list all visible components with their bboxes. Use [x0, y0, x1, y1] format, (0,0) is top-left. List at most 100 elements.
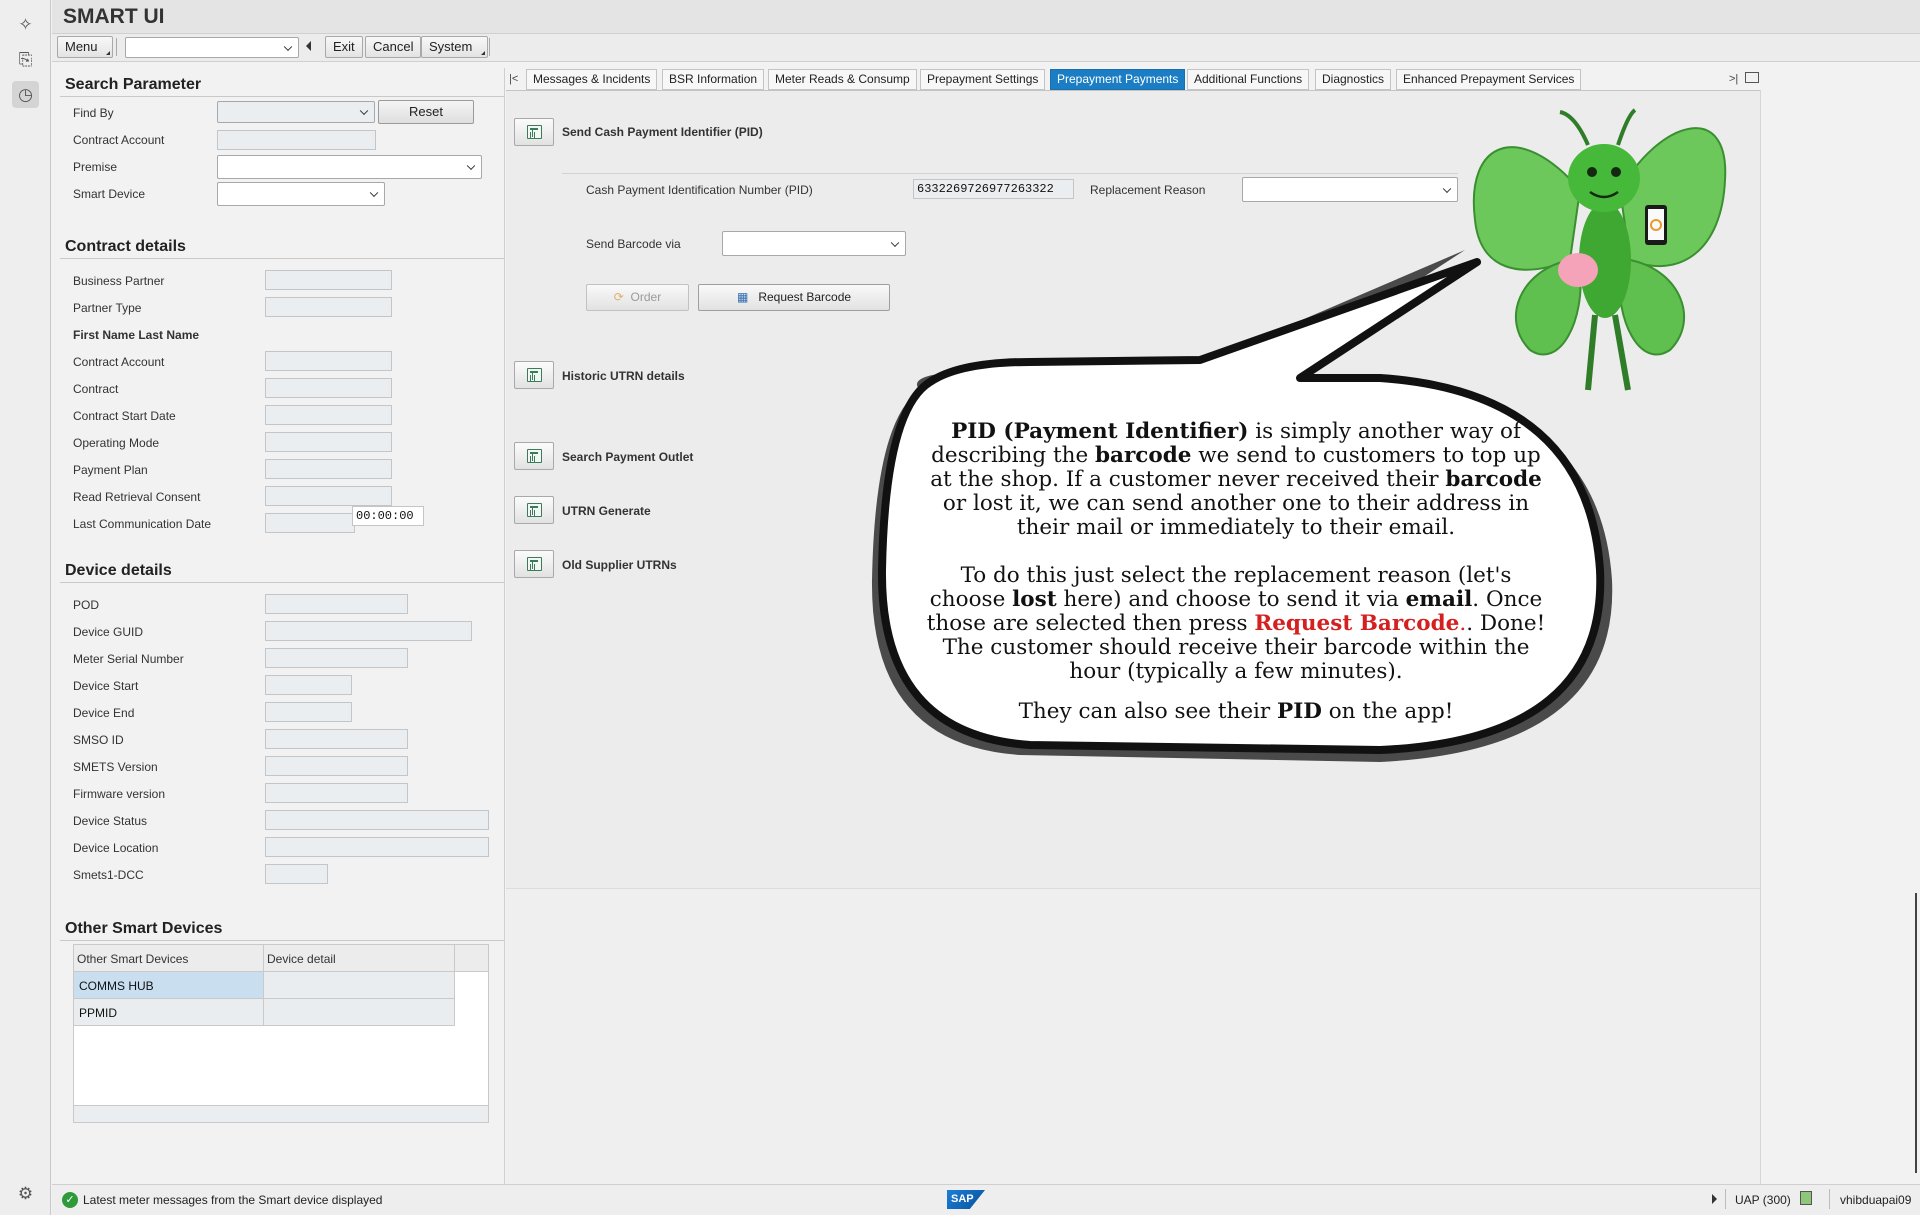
exit-button[interactable]: Exit: [325, 36, 363, 58]
tab-list-icon[interactable]: [1745, 72, 1759, 83]
tab-diagnostics[interactable]: Diagnostics: [1315, 69, 1392, 90]
scrollbar[interactable]: [1915, 893, 1917, 1173]
contract-field-input[interactable]: [265, 459, 392, 479]
time-input[interactable]: 00:00:00: [352, 506, 424, 526]
ai-sparkle-icon[interactable]: ✧: [12, 11, 39, 38]
column-header[interactable]: Device detail: [264, 945, 455, 972]
section-divider: [60, 940, 505, 941]
contract-field-input[interactable]: [265, 513, 355, 533]
device-field-label: Smets1-DCC: [73, 868, 144, 882]
device-field-input[interactable]: [265, 783, 408, 803]
table-cell[interactable]: [264, 972, 455, 999]
pid-divider: [562, 173, 1458, 174]
last-tab-icon[interactable]: >|: [1729, 73, 1738, 85]
contract-account-input[interactable]: [217, 130, 376, 150]
expand-section-icon: [526, 557, 542, 571]
transactions-icon[interactable]: ⎘: [12, 46, 39, 73]
replacement-reason-select[interactable]: [1242, 177, 1458, 202]
device-field-input[interactable]: [265, 729, 408, 749]
tab-meter-reads-consump[interactable]: Meter Reads & Consump: [768, 69, 917, 90]
device-details-title: Device details: [65, 562, 172, 579]
column-header[interactable]: Other Smart Devices: [74, 945, 264, 972]
first-tab-icon[interactable]: |<: [509, 73, 518, 85]
cancel-button[interactable]: Cancel: [365, 36, 422, 58]
menu-button[interactable]: Menu: [57, 36, 113, 58]
success-check-icon: ✓: [62, 1192, 78, 1208]
smart-device-label: Smart Device: [73, 187, 146, 201]
device-field-label: POD: [73, 598, 100, 612]
contract-field-input[interactable]: [265, 297, 392, 317]
contract-field-input[interactable]: [265, 405, 392, 425]
expand-section-icon: [526, 125, 542, 139]
tab-prepayment-payments[interactable]: Prepayment Payments: [1050, 69, 1186, 90]
search-payment-outlet-toggle-button[interactable]: [514, 442, 554, 470]
contract-account-label: Contract Account: [73, 133, 165, 147]
contract-field-label: Contract Account: [73, 355, 165, 369]
contract-field-input[interactable]: [265, 351, 392, 371]
expand-section-icon: [526, 368, 542, 382]
bubble-paragraph: They can also see their PID on the app!: [1018, 699, 1454, 724]
contract-field-label: Payment Plan: [73, 463, 148, 477]
status-message[interactable]: Latest meter messages from the Smart dev…: [83, 1193, 382, 1207]
device-field-input[interactable]: [265, 594, 408, 614]
system-button[interactable]: System: [421, 36, 488, 58]
bubble-paragraph: To do this just select the replacement r…: [926, 563, 1546, 684]
contract-field-input[interactable]: [265, 486, 392, 506]
old-supplier-utrns-toggle-button[interactable]: [514, 550, 554, 578]
expand-section-icon: [526, 503, 542, 517]
bubble-paragraph: PID (Payment Identifier) is simply anoth…: [930, 419, 1542, 540]
device-field-input[interactable]: [265, 621, 472, 641]
replacement-reason-label: Replacement Reason: [1090, 183, 1206, 197]
triangle-right-icon[interactable]: [1712, 1194, 1717, 1204]
tab-prepayment-settings[interactable]: Prepayment Settings: [920, 69, 1046, 90]
contract-field-input[interactable]: [265, 270, 392, 290]
contract-field-label: First Name Last Name: [73, 328, 200, 342]
premise-label: Premise: [73, 160, 118, 174]
device-field-input[interactable]: [265, 810, 489, 830]
mascot-butterfly-image: [1472, 108, 1727, 391]
reset-button[interactable]: Reset: [378, 100, 474, 124]
tab-bsr-information[interactable]: BSR Information: [662, 69, 765, 90]
device-field-input[interactable]: [265, 756, 408, 776]
pid-section-toggle-button[interactable]: [514, 118, 554, 146]
device-field-input[interactable]: [265, 864, 328, 884]
device-field-input[interactable]: [265, 702, 352, 722]
pid-input[interactable]: 6332269726977263322: [913, 179, 1074, 199]
triangle-left-icon[interactable]: [306, 41, 311, 51]
historic-utrn-toggle-button[interactable]: [514, 361, 554, 389]
expand-section-icon: [526, 449, 542, 463]
chevron-down-icon: [890, 238, 900, 247]
table-cell[interactable]: [264, 999, 455, 1026]
session-icon[interactable]: [1800, 1191, 1812, 1205]
tab-messages-incidents[interactable]: Messages & Incidents: [526, 69, 658, 90]
command-field[interactable]: [125, 37, 299, 58]
device-field-label: Device Location: [73, 841, 159, 855]
settings-gear-icon[interactable]: ⚙: [12, 1180, 39, 1207]
user-info: vhibduapai09: [1840, 1193, 1912, 1207]
contract-field-label: Contract: [73, 382, 119, 396]
device-field-label: SMETS Version: [73, 760, 158, 774]
order-button[interactable]: ⟳ Order: [586, 284, 689, 311]
utrn-generate-toggle-button[interactable]: [514, 496, 554, 524]
device-field-input[interactable]: [265, 675, 352, 695]
title-bar: [52, 0, 1920, 34]
system-info: UAP (300): [1735, 1193, 1791, 1207]
history-clock-icon[interactable]: ◷: [12, 81, 39, 108]
table-cell[interactable]: COMMS HUB: [74, 972, 264, 999]
panel-splitter[interactable]: [504, 68, 505, 1184]
contract-field-input[interactable]: [265, 432, 392, 452]
contract-field-label: Operating Mode: [73, 436, 160, 450]
premise-select[interactable]: [217, 155, 482, 179]
smart-device-select[interactable]: [217, 182, 385, 206]
section-divider: [60, 258, 505, 259]
contract-field-input[interactable]: [265, 378, 392, 398]
order-icon: ⟳: [613, 290, 624, 304]
device-field-input[interactable]: [265, 648, 408, 668]
tab-additional-functions[interactable]: Additional Functions: [1187, 69, 1310, 90]
table-cell[interactable]: PPMID: [74, 999, 264, 1026]
column-header-spacer: [455, 945, 488, 972]
contract-field-label: Last Communication Date: [73, 517, 212, 531]
tab-enhanced-prepayment-services[interactable]: Enhanced Prepayment Services: [1396, 69, 1582, 90]
find-by-select[interactable]: [217, 101, 375, 123]
device-field-input[interactable]: [265, 837, 489, 857]
